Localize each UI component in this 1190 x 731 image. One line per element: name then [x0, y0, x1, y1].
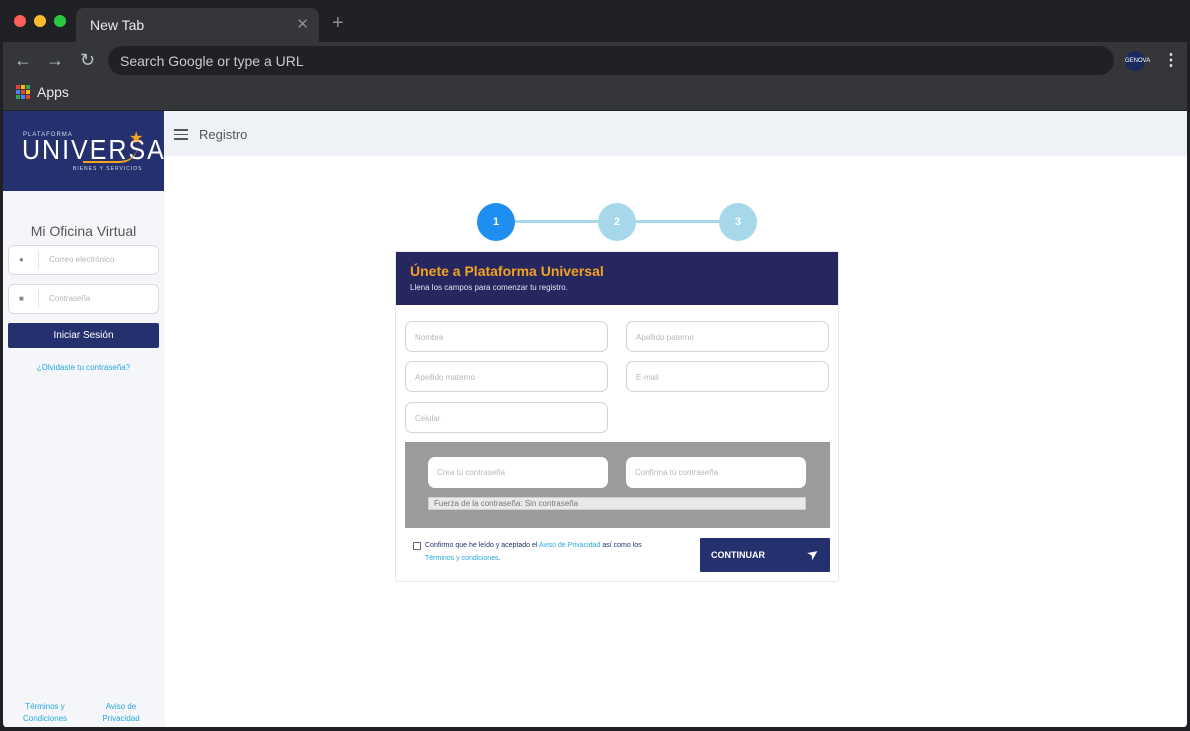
address-bar-placeholder: Search Google or type a URL [120, 53, 304, 69]
hamburger-icon[interactable] [174, 129, 188, 143]
registration-card: Únete a Plataforma Universal Llena los c… [395, 251, 839, 582]
consent-prefix: Confirmo que he leído y aceptado el [425, 542, 540, 549]
password-strength-meter: Fuerza de la contraseña: Sin contraseña [428, 497, 806, 510]
card-header: Únete a Plataforma Universal Llena los c… [396, 252, 838, 305]
page-viewport: PLATAFORMA UNIVERSAL ★ BIENES Y SERVICIO… [3, 111, 1187, 727]
footer-privacy-link[interactable]: Aviso de Privacidad [99, 701, 143, 725]
login-title: Mi Oficina Virtual [30, 223, 137, 239]
email-field-placeholder: E-mail [636, 373, 659, 382]
nombre-placeholder: Nombre [415, 333, 444, 342]
password-placeholder: Contraseña [49, 294, 91, 303]
logo-sub-text: BIENES Y SERVICIOS [73, 166, 143, 172]
arrow-right-icon[interactable]: → [46, 50, 64, 70]
browser-tab[interactable]: New Tab ✕ [76, 8, 319, 42]
login-button[interactable]: Iniciar Sesión [8, 323, 159, 348]
new-tab-button[interactable]: + [332, 13, 344, 33]
apellido-paterno-field[interactable]: Apellido paterno [626, 321, 829, 352]
login-email-field[interactable]: ● Correo electrónico [8, 245, 159, 275]
user-icon: ● [19, 255, 24, 264]
browser-toolbar: ← → ↻ Search Google or type a URL GENOVA… [0, 42, 1190, 80]
page-header: Registro [165, 111, 1187, 156]
consent-suffix: . [498, 555, 501, 562]
input-divider [38, 251, 39, 269]
password-section: Crea tu contraseña Confirma tú contraseñ… [405, 442, 830, 528]
celular-field[interactable]: Celular [405, 402, 608, 433]
consent-checkbox[interactable] [413, 542, 421, 550]
bookmarks-bar [0, 80, 1190, 110]
profile-avatar[interactable]: GENOVA [1125, 51, 1150, 71]
email-field[interactable]: E-mail [626, 361, 829, 392]
nombre-field[interactable]: Nombre [405, 321, 608, 352]
apps-grid-icon[interactable] [16, 85, 30, 99]
step-3: 3 [719, 203, 757, 241]
celular-placeholder: Celular [415, 414, 441, 423]
apps-bookmark[interactable]: Apps [37, 84, 69, 100]
step-2: 2 [598, 203, 636, 241]
continue-button[interactable]: CONTINUAR ➤ [700, 538, 830, 572]
star-icon: ★ [129, 130, 144, 147]
lock-icon: ■ [19, 294, 24, 303]
reload-icon[interactable]: ↻ [80, 50, 95, 70]
close-window-button[interactable] [14, 15, 26, 27]
maximize-window-button[interactable] [54, 15, 66, 27]
footer-terms-link[interactable]: Términos y Condiciones [19, 701, 71, 725]
confirm-password-field[interactable]: Confirma tú contraseña [626, 457, 806, 488]
tab-strip: New Tab ✕ + [0, 0, 1190, 42]
stepper-connector [515, 220, 599, 223]
paper-plane-icon: ➤ [804, 545, 822, 563]
forgot-password-link[interactable]: ¿Olvidaste tu contraseña? [3, 363, 164, 372]
create-password-placeholder: Crea tu contraseña [437, 468, 506, 477]
create-password-field[interactable]: Crea tu contraseña [428, 457, 608, 488]
input-divider [38, 290, 39, 308]
more-menu-icon[interactable]: ⋮ [1163, 51, 1179, 71]
continue-label: CONTINUAR [711, 550, 765, 560]
arrow-left-icon[interactable]: ← [14, 50, 32, 70]
apellido-paterno-placeholder: Apellido paterno [636, 333, 694, 342]
browser-window: New Tab ✕ + ← → ↻ Search Google or type … [0, 0, 1190, 731]
stepper-connector [635, 220, 719, 223]
apellido-materno-field[interactable]: Apellido materno [405, 361, 608, 392]
minimize-window-button[interactable] [34, 15, 46, 27]
email-placeholder: Correo electrónico [49, 255, 115, 264]
confirm-password-placeholder: Confirma tú contraseña [635, 468, 719, 477]
tab-close-icon[interactable]: ✕ [296, 15, 309, 33]
login-password-field[interactable]: ■ Contraseña [8, 284, 159, 314]
consent-middle: así como los [600, 542, 642, 549]
step-1: 1 [477, 203, 515, 241]
address-bar[interactable]: Search Google or type a URL [108, 46, 1114, 75]
page-title: Registro [199, 127, 248, 142]
brand-logo[interactable]: PLATAFORMA UNIVERSAL ★ BIENES Y SERVICIO… [3, 111, 180, 191]
privacy-notice-link[interactable]: Aviso de Privacidad [539, 542, 600, 549]
card-title: Únete a Plataforma Universal [410, 263, 604, 279]
sidebar: PLATAFORMA UNIVERSAL ★ BIENES Y SERVICIO… [3, 111, 180, 727]
consent-text: Confirmo que he leído y aceptado el Avis… [425, 539, 670, 565]
card-subtitle: Llena los campos para comenzar tu regist… [410, 283, 568, 292]
apellido-materno-placeholder: Apellido materno [415, 373, 476, 382]
tab-title: New Tab [90, 17, 145, 33]
terms-link[interactable]: Términos y condiciones [425, 555, 499, 562]
